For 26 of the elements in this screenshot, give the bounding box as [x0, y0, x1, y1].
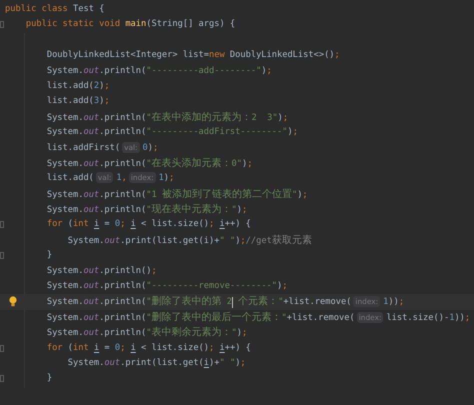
- code-line: System.out.println();: [46, 264, 158, 278]
- lightbulb-icon[interactable]: [9, 296, 17, 308]
- code-line: System.out.println("---------remove--------");: [46, 280, 288, 294]
- code-line: System.out.println("---------add--------");: [46, 64, 273, 78]
- code-line: for (int i = 0; i < list.size(); i++) {: [46, 342, 252, 355]
- code-line: System.out.println("在表中添加的元素为：2 3");: [46, 110, 290, 125]
- code-line: list.add(3);: [46, 95, 111, 108]
- code-line: System.out.print(list.get(i)+" ");: [66, 356, 247, 370]
- fold-icon[interactable]: [0, 21, 4, 28]
- fold-icon[interactable]: [0, 344, 4, 352]
- code-line: System.out.println("在表头添加元素：0");: [46, 156, 254, 171]
- code-line: System.out.println("表中剩余元素为：");: [46, 326, 248, 340]
- code-line: System.out.println("---------addFirst--------");: [46, 126, 299, 140]
- fold-icon[interactable]: [0, 375, 4, 382]
- code-line: System.out.print(list.get(i)+" ");//get获取元素: [66, 234, 313, 248]
- code-line: list.add(2);: [46, 80, 111, 93]
- code-line: System.out.println("1 被添加到了链表的第二个位置");: [46, 188, 309, 202]
- code-line: }: [46, 249, 54, 262]
- code-line: for (int i = 0; i < list.size(); i++) {: [46, 218, 252, 232]
- fold-icon[interactable]: [0, 252, 4, 260]
- code-line: }: [46, 372, 54, 386]
- fold-icon[interactable]: [0, 221, 4, 228]
- code-line: System.out.println("现在表中元素为：");: [46, 202, 248, 218]
- code-line: public class Test {: [5, 3, 106, 16]
- code-line: DoublyLinkedList<Integer> list=new DoublyLinkedList<>();: [46, 49, 341, 62]
- code-line: public static void main(String[] args) {: [24, 18, 236, 32]
